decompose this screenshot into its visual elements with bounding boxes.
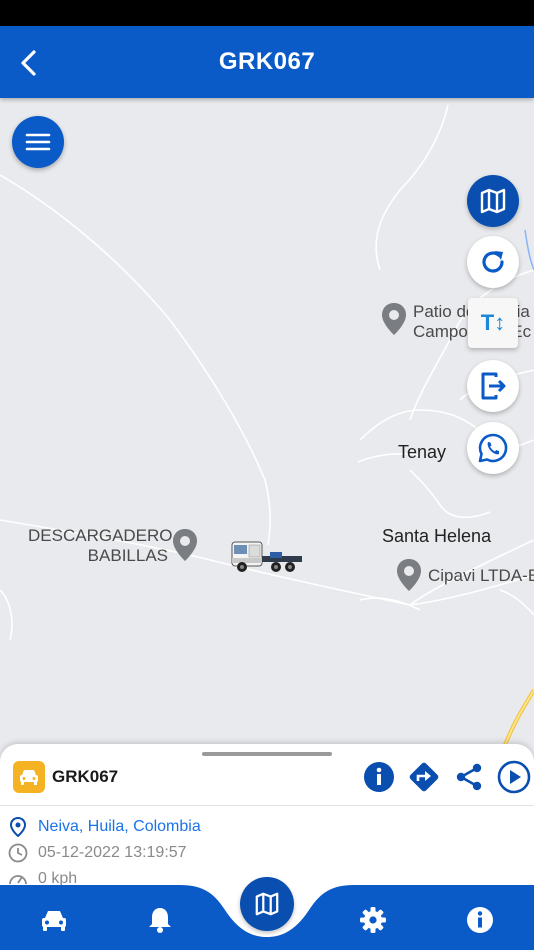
nav-map[interactable]	[240, 877, 294, 931]
play-route-button[interactable]	[496, 759, 532, 795]
play-icon	[497, 760, 531, 794]
refresh-button[interactable]	[467, 236, 519, 288]
hamburger-icon	[25, 133, 51, 151]
map-pin-icon[interactable]	[396, 558, 422, 592]
map-label-tenay: Tenay	[398, 442, 447, 462]
sheet-drag-handle[interactable]	[202, 752, 332, 756]
app-header: GRK067	[0, 26, 534, 98]
refresh-icon	[482, 251, 504, 273]
map-label-cipavi: Cipavi LTDA-E	[428, 566, 534, 585]
text-size-button[interactable]: T↕	[468, 298, 518, 348]
map-icon	[255, 892, 279, 916]
map-view[interactable]: DESCARGADERO BABILLAS Patio de Teleria C…	[0, 98, 534, 748]
chevron-left-icon	[21, 50, 36, 76]
vehicle-datetime: 05-12-2022 13:19:57	[38, 844, 187, 861]
map-icon	[480, 188, 506, 214]
clock-icon	[8, 843, 28, 863]
bell-icon	[149, 908, 171, 933]
map-pin-icon[interactable]	[172, 528, 198, 562]
page-title: GRK067	[218, 48, 316, 75]
map-pin-icon[interactable]	[381, 302, 407, 336]
car-icon	[42, 911, 66, 931]
map-label-descargadero: DESCARGADERO BABILLAS	[28, 526, 173, 565]
car-badge-icon	[13, 761, 45, 793]
menu-button[interactable]	[12, 116, 64, 168]
app-root: GRK067 DESCARGADERO BABILLAS Patio de Ca…	[0, 0, 534, 950]
map-layers-button[interactable]	[467, 175, 519, 227]
directions-icon	[409, 762, 439, 792]
status-bar	[0, 0, 534, 26]
share-button[interactable]	[451, 759, 487, 795]
exit-icon	[481, 372, 506, 400]
text-size-icon: T↕	[480, 310, 506, 335]
vehicle-marker-truck-icon[interactable]	[230, 536, 304, 576]
gear-icon	[360, 907, 386, 933]
vehicle-info-button[interactable]	[361, 759, 397, 795]
info-icon	[467, 907, 493, 933]
directions-button[interactable]	[406, 759, 442, 795]
exit-button[interactable]	[467, 360, 519, 412]
vehicle-header-row: GRK067	[0, 758, 534, 806]
vehicle-plate: GRK067	[52, 767, 119, 786]
location-pin-icon	[8, 817, 28, 837]
back-button[interactable]	[14, 48, 44, 78]
nav-settings[interactable]	[353, 903, 393, 937]
whatsapp-button[interactable]	[467, 422, 519, 474]
map-roads	[0, 104, 534, 746]
map-label-santa-helena: Santa Helena	[382, 526, 492, 546]
nav-alerts[interactable]	[140, 903, 180, 937]
datetime-row: 05-12-2022 13:19:57	[8, 843, 187, 863]
nav-info[interactable]	[460, 903, 500, 937]
vehicle-location[interactable]: Neiva, Huila, Colombia	[38, 818, 201, 836]
info-icon	[364, 762, 394, 792]
nav-vehicles[interactable]	[34, 903, 74, 937]
share-icon	[456, 763, 482, 791]
location-row: Neiva, Huila, Colombia	[8, 817, 201, 837]
whatsapp-icon	[478, 433, 508, 463]
